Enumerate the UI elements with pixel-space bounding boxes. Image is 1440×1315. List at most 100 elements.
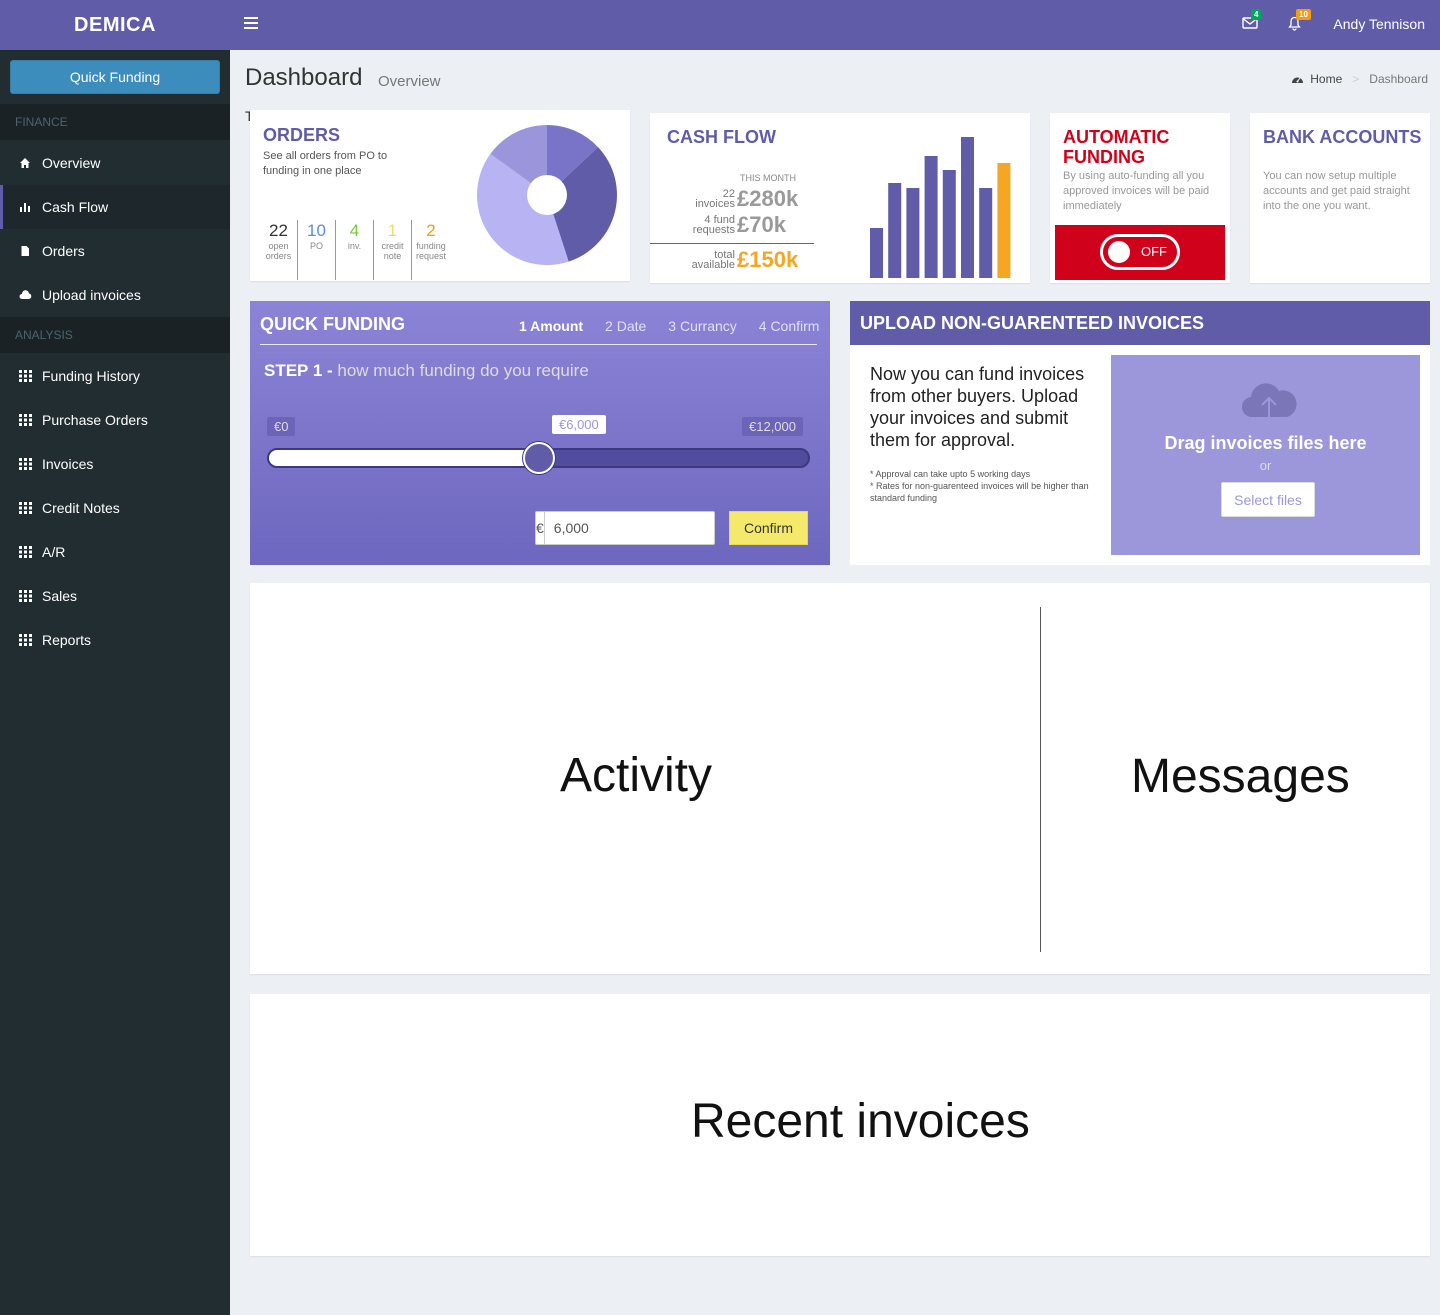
sidebar-item-purchase-orders[interactable]: Purchase Orders [0, 398, 230, 442]
cash-flow-period: THIS MONTH [740, 173, 796, 183]
breadcrumb-separator: > [1352, 72, 1360, 86]
available-value: £150k [737, 247, 799, 272]
sidebar-item-credit-notes[interactable]: Credit Notes [0, 486, 230, 530]
automatic-funding-title: AUTOMATIC FUNDING [1063, 127, 1170, 167]
cash-flow-title: CASH FLOW [667, 127, 776, 147]
stat-label: funding request [415, 241, 447, 261]
quick-funding-panel: QUICK FUNDING 1 Amount 2 Date 3 Currancy… [250, 301, 830, 565]
slider-value-label: €6,000 [552, 415, 606, 434]
cash-flow-bar [906, 188, 920, 278]
slider-handle[interactable] [522, 442, 555, 474]
recent-invoices-panel: Recent invoices [250, 994, 1430, 1256]
sidebar-item-cash-flow[interactable]: Cash Flow [0, 185, 230, 229]
grid-icon [18, 633, 32, 647]
upload-panel-title: UPLOAD NON-GUARENTEED INVOICES [850, 301, 1430, 345]
toggle-state-label: OFF [1141, 244, 1167, 259]
sidebar-item-label: Upload invoices [42, 287, 141, 303]
dashboard-gauge-icon [1292, 77, 1304, 83]
confirm-button[interactable]: Confirm [729, 511, 808, 545]
cash-flow-bar [997, 163, 1011, 278]
slider-max-label: €12,000 [742, 417, 803, 436]
sidebar-item-invoices[interactable]: Invoices [0, 442, 230, 486]
breadcrumb-home-link[interactable]: Home [1310, 72, 1342, 86]
sidebar-item-label: Overview [42, 155, 101, 171]
breadcrumb: Home > Dashboard [1291, 72, 1428, 86]
quick-funding-button[interactable]: Quick Funding [10, 60, 220, 94]
notifications-bell-icon[interactable]: 10 [1287, 9, 1311, 34]
cash-flow-requests-row: 4 fund requests £70k [690, 212, 786, 238]
step-confirm-tab[interactable]: 4 Confirm [759, 318, 820, 334]
stat-value: 4 [349, 221, 360, 240]
stat-label: credit note [381, 241, 404, 261]
cash-flow-bar [888, 183, 902, 278]
automatic-funding-toggle[interactable]: OFF [1100, 234, 1180, 270]
user-menu[interactable]: Andy Tennison [1333, 16, 1425, 32]
toggle-knob [1108, 241, 1130, 263]
sidebar-item-upload-invoices[interactable]: Upload invoices [0, 273, 230, 317]
requests-count-label: 4 fund requests [692, 214, 735, 236]
automatic-funding-card: AUTOMATIC FUNDING By using auto-funding … [1050, 113, 1230, 283]
panel-divider [1040, 607, 1041, 952]
page-subtitle: Overview [378, 73, 441, 90]
grid-icon [18, 501, 32, 515]
cash-flow-bar [961, 137, 974, 278]
currency-addon: € [536, 512, 545, 544]
grid-icon [18, 457, 32, 471]
donut-hole [527, 175, 567, 215]
top-navbar: 4 10 Andy Tennison [230, 0, 1440, 50]
upload-notes: * Approval can take upto 5 working days … [870, 468, 1100, 504]
automatic-funding-description: By using auto-funding all you approved i… [1063, 170, 1210, 212]
sidebar-item-label: Invoices [42, 456, 94, 472]
sidebar-header-analysis: ANALYSIS [0, 317, 230, 353]
sidebar-item-label: Purchase Orders [42, 412, 148, 428]
orders-description: See all orders from PO to funding in one… [263, 150, 388, 177]
sidebar-item-label: Reports [42, 632, 92, 648]
dropzone-title: Drag invoices files here [1164, 433, 1367, 453]
cash-flow-divider [650, 243, 814, 244]
brand-logo[interactable]: DEMICA [0, 0, 230, 50]
sidebar-item-funding-history[interactable]: Funding History [0, 354, 230, 398]
stat-open-orders[interactable]: 22 open orders [260, 220, 298, 280]
sidebar-item-reports[interactable]: Reports [0, 618, 230, 662]
available-label: total available [691, 249, 735, 271]
bank-accounts-card[interactable]: BANK ACCOUNTS You can now setup multiple… [1250, 113, 1430, 283]
stat-label: PO [309, 241, 323, 251]
stat-funding-request[interactable]: 2 funding request [412, 220, 450, 280]
cash-flow-available-row: total available £150k [690, 247, 799, 273]
sidebar-item-label: Credit Notes [42, 500, 120, 516]
quick-funding-steps: 1 Amount 2 Date 3 Currancy 4 Confirm [519, 318, 819, 334]
sidebar-item-label: A/R [42, 544, 66, 560]
invoice-dropzone[interactable]: Drag invoices files here or Select files [1111, 355, 1420, 555]
step-date-tab[interactable]: 2 Date [605, 318, 646, 334]
cash-flow-bar-chart [870, 137, 1011, 278]
cash-flow-card[interactable]: CASH FLOW THIS MONTH 22 invoices £280k 4… [650, 113, 1030, 283]
steps-divider [260, 344, 817, 345]
sidebar-item-ar[interactable]: A/R [0, 530, 230, 574]
step-currency-tab[interactable]: 3 Currancy [668, 318, 736, 334]
sidebar-item-orders[interactable]: Orders [0, 229, 230, 273]
bank-accounts-description: You can now setup multiple accounts and … [1263, 170, 1410, 212]
stat-credit-note[interactable]: 1 credit note [374, 220, 412, 280]
cash-flow-bar [979, 188, 993, 278]
grid-icon [18, 589, 32, 603]
stat-invoices[interactable]: 4 inv. [336, 220, 374, 280]
select-files-button[interactable]: Select files [1221, 482, 1315, 517]
orders-card[interactable]: ORDERS See all orders from PO to funding… [250, 110, 630, 281]
menu-toggle-icon[interactable] [244, 17, 258, 31]
stat-po[interactable]: 10 PO [298, 220, 336, 280]
cloud-upload-icon [1241, 383, 1297, 418]
sidebar-item-overview[interactable]: Overview [0, 141, 230, 185]
amount-input[interactable] [544, 512, 735, 544]
slider-fill [269, 450, 541, 466]
messages-icon[interactable]: 4 [1242, 9, 1262, 34]
activity-heading: Activity [560, 749, 713, 802]
step-amount-tab[interactable]: 1 Amount [519, 318, 583, 334]
bank-accounts-title: BANK ACCOUNTS [1263, 127, 1422, 147]
invoices-value: £280k [737, 186, 799, 211]
sidebar-item-sales[interactable]: Sales [0, 574, 230, 618]
slider-min-label: €0 [267, 417, 296, 436]
stat-label: open orders [265, 241, 292, 261]
orders-title: ORDERS [263, 125, 341, 145]
quick-funding-title: QUICK FUNDING [260, 314, 405, 334]
upload-note-approval: * Approval can take upto 5 working days [870, 469, 1031, 479]
